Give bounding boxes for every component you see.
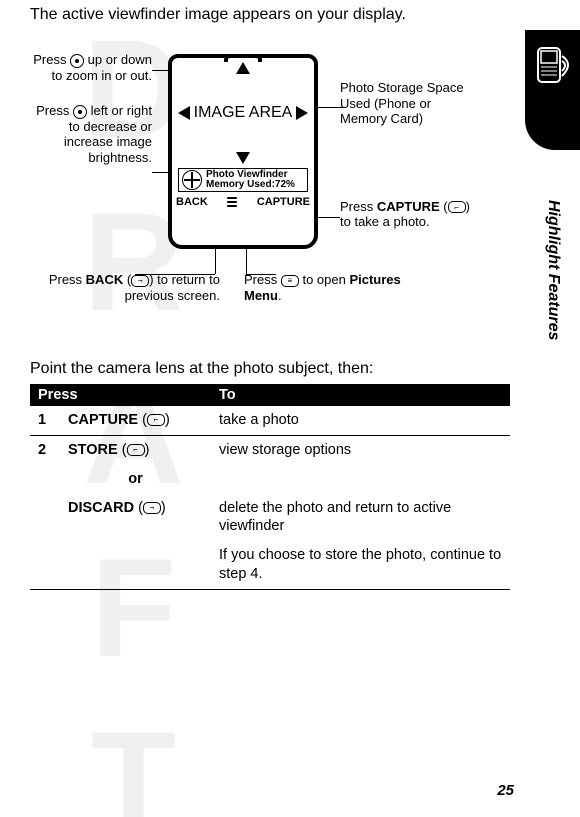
col-press: Press: [30, 384, 211, 406]
phone-icon: [532, 42, 574, 92]
table-row: 1 CAPTURE (⌐) take a photo: [30, 406, 510, 435]
brightness-arrows: [178, 106, 308, 120]
intro-text: The active viewfinder image appears on y…: [30, 6, 510, 24]
page-number: 25: [497, 782, 514, 799]
arrow-up-icon: [236, 62, 250, 74]
softkey-icon: ⌐: [448, 201, 466, 213]
callouts-bottom: Press BACK (¬) to return to previous scr…: [30, 272, 470, 323]
callouts-left: Press up or down to zoom in or out. Pres…: [22, 52, 152, 186]
callout-capture: Press CAPTURE (⌐) to take a photo.: [340, 199, 470, 230]
nav-icon: [70, 54, 84, 68]
table-row: 2 STORE (⌐) view storage options: [30, 435, 510, 464]
callout-brightness: Press left or right to decrease or incre…: [22, 103, 152, 165]
dpad-icon: [182, 170, 202, 190]
lead-text: Point the camera lens at the photo subje…: [30, 360, 510, 378]
callout-menu: Press ≡ to open Pictures Menu.: [244, 272, 414, 303]
callout-zoom: Press up or down to zoom in or out.: [22, 52, 152, 83]
softkey-bar: BACK CAPTURE: [172, 196, 314, 208]
image-area: IMAGE AREA: [172, 58, 314, 168]
table-row: If you choose to store the photo, contin…: [30, 541, 510, 589]
callout-back: Press BACK (¬) to return to previous scr…: [30, 272, 220, 303]
phone-screen: IMAGE AREA Photo Viewfinder Memory Used:…: [168, 54, 318, 249]
table-row: or: [30, 465, 510, 494]
steps-table: Press To 1 CAPTURE (⌐) take a photo 2 ST…: [30, 384, 510, 590]
menu-key-icon: ≡: [281, 275, 299, 287]
diagram: Press up or down to zoom in or out. Pres…: [30, 42, 510, 342]
menu-icon[interactable]: [227, 197, 237, 207]
softkey-icon: ⌐: [147, 414, 165, 426]
side-section-label: Highlight Features: [544, 200, 562, 340]
softkey-icon: ¬: [143, 502, 161, 514]
softkey-icon: ¬: [131, 275, 149, 287]
softkey-capture[interactable]: CAPTURE: [257, 196, 310, 208]
softkey-icon: ⌐: [127, 444, 145, 456]
callouts-right: Photo Storage Space Used (Phone or Memor…: [340, 80, 470, 302]
arrow-left-icon: [178, 106, 190, 120]
arrow-right-icon: [296, 106, 308, 120]
softkey-back[interactable]: BACK: [176, 196, 208, 208]
callout-storage: Photo Storage Space Used (Phone or Memor…: [340, 80, 470, 127]
page: DRAFT The active viewfinder image appear…: [0, 0, 580, 817]
table-row: DISCARD (¬) delete the photo and return …: [30, 494, 510, 542]
side-tab: [525, 30, 580, 150]
arrow-down-icon: [236, 152, 250, 164]
nav-icon: [73, 105, 87, 119]
col-to: To: [211, 384, 510, 406]
status-box: Photo Viewfinder Memory Used:72%: [178, 168, 308, 192]
status-line2: Memory Used:72%: [206, 180, 295, 190]
